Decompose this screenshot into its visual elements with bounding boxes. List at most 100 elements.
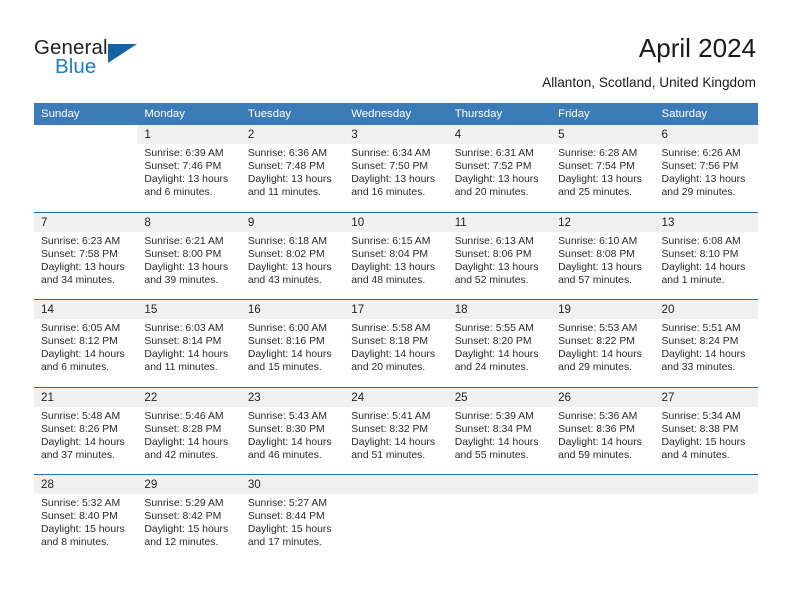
day-number-cell[interactable]: 10 xyxy=(344,211,448,232)
day-sunset-text: Sunset: 7:46 PM xyxy=(144,161,222,173)
weekday-header-monday: Monday xyxy=(137,103,241,125)
day-sunrise-text: Sunrise: 6:36 AM xyxy=(247,148,327,159)
day-daylight-2-text: and 57 minutes. xyxy=(558,274,633,286)
day-sunset-text: Sunset: 8:16 PM xyxy=(247,336,325,348)
day-sunset-text: Sunset: 8:14 PM xyxy=(144,336,222,348)
day-detail-cell[interactable]: Sunrise: 5:41 AM Sunset: 8:32 PM Daylight:… xyxy=(344,406,448,475)
day-daylight-2-text: and 29 minutes. xyxy=(558,362,633,374)
day-number-cell[interactable]: 9 xyxy=(240,211,345,232)
day-daylight-1-text: Daylight: 13 hours xyxy=(351,174,436,186)
day-number-cell[interactable]: 29 xyxy=(137,474,241,494)
day-detail-cell[interactable]: Sunrise: 6:26 AM Sunset: 7:56 PM Daylight:… xyxy=(654,144,758,212)
day-detail-cell[interactable]: Sunrise: 6:31 AM Sunset: 7:52 PM Daylight:… xyxy=(447,144,552,212)
day-number-cell[interactable]: 15 xyxy=(137,299,241,319)
day-number-cell[interactable]: 6 xyxy=(654,125,758,144)
day-detail-cell[interactable]: Sunrise: 5:51 AM Sunset: 8:24 PM Daylight:… xyxy=(654,319,758,387)
day-number-cell[interactable]: 19 xyxy=(551,299,655,319)
day-sunrise-text: Sunrise: 6:05 AM xyxy=(41,323,121,334)
day-sunset-text: Sunset: 8:00 PM xyxy=(144,248,222,260)
day-number-cell[interactable]: 1 xyxy=(137,125,241,144)
day-detail-cell[interactable]: Sunrise: 6:13 AM Sunset: 8:06 PM Daylight:… xyxy=(447,231,552,300)
day-daylight-1-text: Daylight: 14 hours xyxy=(454,436,539,448)
day-daylight-2-text: and 29 minutes. xyxy=(661,187,736,199)
day-sunrise-text: Sunrise: 5:55 AM xyxy=(454,323,534,334)
day-detail-cell[interactable]: Sunrise: 6:08 AM Sunset: 8:10 PM Daylight:… xyxy=(654,231,758,300)
day-sunset-text: Sunset: 8:30 PM xyxy=(247,423,325,435)
day-detail-cell[interactable]: Sunrise: 6:23 AM Sunset: 7:58 PM Daylight:… xyxy=(34,231,138,300)
day-daylight-1-text: Daylight: 13 hours xyxy=(247,174,332,186)
day-detail-cell[interactable]: Sunrise: 6:05 AM Sunset: 8:12 PM Daylight:… xyxy=(34,319,138,387)
day-detail-cell[interactable]: Sunrise: 6:10 AM Sunset: 8:08 PM Daylight:… xyxy=(551,231,655,300)
day-detail-cell[interactable]: Sunrise: 5:43 AM Sunset: 8:30 PM Daylight:… xyxy=(240,406,345,475)
day-sunrise-text: Sunrise: 5:32 AM xyxy=(41,498,121,509)
day-number-cell[interactable]: 22 xyxy=(137,386,241,407)
day-number-cell[interactable]: 5 xyxy=(551,125,655,144)
day-detail-cell[interactable]: Sunrise: 6:21 AM Sunset: 8:00 PM Daylight:… xyxy=(137,231,241,300)
weekday-header-saturday: Saturday xyxy=(654,103,758,125)
day-detail-cell[interactable]: Sunrise: 5:48 AM Sunset: 8:26 PM Daylight:… xyxy=(34,406,138,475)
day-detail-cell[interactable]: Sunrise: 5:29 AM Sunset: 8:42 PM Daylight:… xyxy=(137,494,241,562)
day-detail-cell[interactable]: Sunrise: 5:39 AM Sunset: 8:34 PM Daylight:… xyxy=(447,406,552,475)
day-number-cell[interactable]: 4 xyxy=(447,125,552,144)
day-number-cell[interactable]: 30 xyxy=(240,474,345,494)
day-detail-cell[interactable]: Sunrise: 6:28 AM Sunset: 7:54 PM Daylight:… xyxy=(551,144,655,212)
day-daylight-1-text: Daylight: 15 hours xyxy=(661,436,746,448)
day-detail-cell[interactable]: Sunrise: 5:53 AM Sunset: 8:22 PM Daylight:… xyxy=(551,319,655,387)
day-daylight-2-text: and 11 minutes. xyxy=(144,362,218,374)
day-number-cell[interactable]: 13 xyxy=(654,211,758,232)
day-daylight-2-text: and 42 minutes. xyxy=(144,449,219,461)
day-detail-cell[interactable]: Sunrise: 6:00 AM Sunset: 8:16 PM Daylight:… xyxy=(240,319,345,387)
day-number-cell[interactable]: 8 xyxy=(137,211,241,232)
day-number-cell[interactable]: 16 xyxy=(240,299,345,319)
day-detail-cell[interactable]: Sunrise: 5:58 AM Sunset: 8:18 PM Daylight:… xyxy=(344,319,448,387)
day-sunrise-text: Sunrise: 6:21 AM xyxy=(144,235,224,247)
day-detail-cell[interactable]: Sunrise: 5:27 AM Sunset: 8:44 PM Daylight:… xyxy=(240,494,345,562)
day-sunrise-text: Sunrise: 6:28 AM xyxy=(558,148,638,159)
week-number-row: 123456 xyxy=(34,125,758,144)
day-number-cell[interactable]: 27 xyxy=(654,386,758,407)
day-detail-cell[interactable]: Sunrise: 6:03 AM Sunset: 8:14 PM Daylight:… xyxy=(137,319,241,387)
day-daylight-2-text: and 6 minutes. xyxy=(41,362,110,374)
day-daylight-2-text: and 39 minutes. xyxy=(144,274,219,286)
day-number-cell[interactable]: 17 xyxy=(344,299,448,319)
day-detail-cell[interactable]: Sunrise: 6:34 AM Sunset: 7:50 PM Daylight:… xyxy=(344,144,448,212)
day-number-cell xyxy=(34,125,137,144)
day-number-cell[interactable]: 14 xyxy=(34,299,138,319)
day-number-cell[interactable]: 3 xyxy=(344,125,448,144)
day-daylight-1-text: Daylight: 13 hours xyxy=(558,174,642,186)
day-daylight-2-text: and 6 minutes. xyxy=(144,187,213,199)
day-detail-cell[interactable]: Sunrise: 5:36 AM Sunset: 8:36 PM Daylight:… xyxy=(551,406,655,475)
day-number-cell[interactable]: 11 xyxy=(447,211,552,232)
day-number-cell[interactable]: 18 xyxy=(447,299,552,319)
day-number-cell[interactable]: 26 xyxy=(551,386,655,407)
day-number-cell[interactable]: 12 xyxy=(551,211,655,232)
day-sunset-text: Sunset: 8:20 PM xyxy=(454,336,532,348)
day-sunset-text: Sunset: 8:36 PM xyxy=(558,423,635,435)
day-detail-cell[interactable]: Sunrise: 5:32 AM Sunset: 8:40 PM Daylight:… xyxy=(34,494,138,562)
week-number-row: 14 15 16 17 18 19 20 xyxy=(34,299,758,319)
day-sunset-text: Sunset: 7:54 PM xyxy=(558,161,635,173)
day-number-cell[interactable]: 20 xyxy=(654,299,758,319)
day-detail-cell[interactable]: Sunrise: 5:34 AM Sunset: 8:38 PM Daylight:… xyxy=(654,406,758,475)
day-daylight-2-text: and 43 minutes. xyxy=(247,274,322,286)
day-detail-cell[interactable]: Sunrise: 6:39 AM Sunset: 7:46 PM Daylight:… xyxy=(137,144,241,212)
day-detail-cell[interactable]: Sunrise: 6:15 AM Sunset: 8:04 PM Daylight:… xyxy=(344,231,448,300)
day-detail-cell[interactable]: Sunrise: 6:36 AM Sunset: 7:48 PM Daylight:… xyxy=(240,144,345,212)
day-number-cell[interactable]: 24 xyxy=(344,386,448,407)
day-number-cell[interactable]: 23 xyxy=(240,386,345,407)
day-sunrise-text: Sunrise: 5:39 AM xyxy=(454,410,534,422)
day-number-cell[interactable]: 2 xyxy=(240,125,345,144)
day-sunrise-text: Sunrise: 6:00 AM xyxy=(247,323,327,334)
day-number-cell[interactable]: 7 xyxy=(34,211,138,232)
day-number-cell[interactable]: 25 xyxy=(447,386,552,407)
day-detail-cell[interactable]: Sunrise: 5:55 AM Sunset: 8:20 PM Daylight:… xyxy=(447,319,552,387)
day-detail-cell[interactable]: Sunrise: 6:18 AM Sunset: 8:02 PM Daylight:… xyxy=(240,231,345,300)
day-detail-cell[interactable]: Sunrise: 5:46 AM Sunset: 8:28 PM Daylight:… xyxy=(137,406,241,475)
brand-logo[interactable]: General Blue xyxy=(34,36,164,84)
day-daylight-2-text: and 8 minutes. xyxy=(41,537,110,549)
day-daylight-1-text: Daylight: 14 hours xyxy=(247,349,332,361)
day-number-cell[interactable]: 28 xyxy=(34,474,138,494)
day-sunrise-text: Sunrise: 5:27 AM xyxy=(247,498,327,509)
day-sunrise-text: Sunrise: 5:48 AM xyxy=(41,410,121,422)
day-number-cell[interactable]: 21 xyxy=(34,386,138,407)
